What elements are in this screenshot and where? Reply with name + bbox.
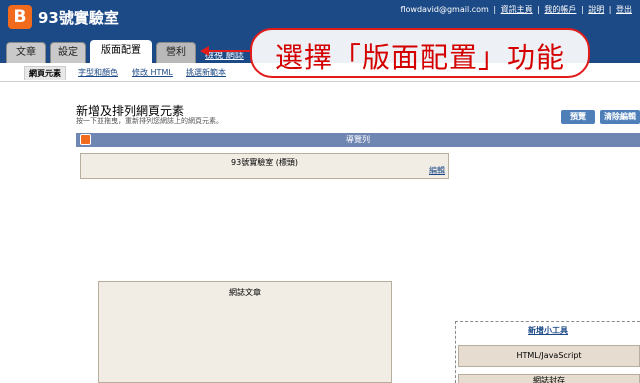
subtab-edit-html[interactable]: 修改 HTML: [128, 66, 177, 80]
header-widget-label: 93號實驗室 (標頭): [231, 158, 298, 167]
tab-monetize[interactable]: 營利: [156, 42, 196, 63]
sign-out-link[interactable]: 登出: [616, 5, 632, 14]
blogger-logo-icon[interactable]: B: [8, 5, 32, 29]
tab-posts[interactable]: 文章: [6, 42, 46, 63]
sidebar-drop-area: 新增小工具 HTML/JavaScript 網誌封存: [455, 321, 640, 383]
tab-settings[interactable]: 設定: [50, 42, 86, 63]
annotation-callout: 選擇「版面配置」功能: [250, 28, 590, 78]
blog-posts-widget-label: 網誌文章: [229, 288, 261, 297]
subtab-page-elements[interactable]: 網頁元素: [24, 66, 66, 80]
separator: |: [493, 5, 497, 14]
subtab-fonts-colors[interactable]: 字型和顏色: [74, 66, 122, 80]
annotation-arrow-line: [206, 50, 254, 52]
subtab-pick-template[interactable]: 挑選新範本: [182, 66, 230, 80]
blog-archive-widget[interactable]: 網誌封存: [458, 374, 640, 383]
help-link[interactable]: 說明: [588, 5, 604, 14]
separator: |: [580, 5, 584, 14]
navbar-widget[interactable]: 導覽列: [76, 133, 640, 147]
navbar-label: 導覽列: [346, 135, 370, 144]
my-account-link[interactable]: 我的帳戶: [544, 5, 576, 14]
user-email: flowdavid@gmail.com: [400, 5, 489, 14]
blog-title[interactable]: 93號實驗室: [38, 7, 119, 28]
page-description: 按一下並拖曳，重新排列您網誌上的網頁元素。: [76, 117, 223, 125]
add-gadget-link[interactable]: 新增小工具: [456, 322, 640, 339]
separator: |: [608, 5, 612, 14]
clear-edits-button[interactable]: 清除編輯: [600, 110, 640, 124]
annotation-arrow-head-icon: [200, 46, 209, 56]
header-widget[interactable]: 93號實驗室 (標頭) 編輯: [80, 153, 449, 179]
tab-layout[interactable]: 版面配置: [90, 40, 152, 63]
blog-posts-widget[interactable]: 網誌文章: [98, 281, 392, 383]
user-links: flowdavid@gmail.com | 資訊主頁 | 我的帳戶 | 說明 |…: [400, 4, 632, 15]
edit-header-link[interactable]: 編輯: [429, 165, 445, 176]
html-javascript-widget[interactable]: HTML/JavaScript: [458, 345, 640, 367]
dashboard-link[interactable]: 資訊主頁: [501, 5, 533, 14]
annotation-text: 選擇「版面配置」功能: [274, 41, 565, 74]
separator: |: [537, 5, 540, 14]
preview-button[interactable]: 預覽: [561, 110, 595, 124]
